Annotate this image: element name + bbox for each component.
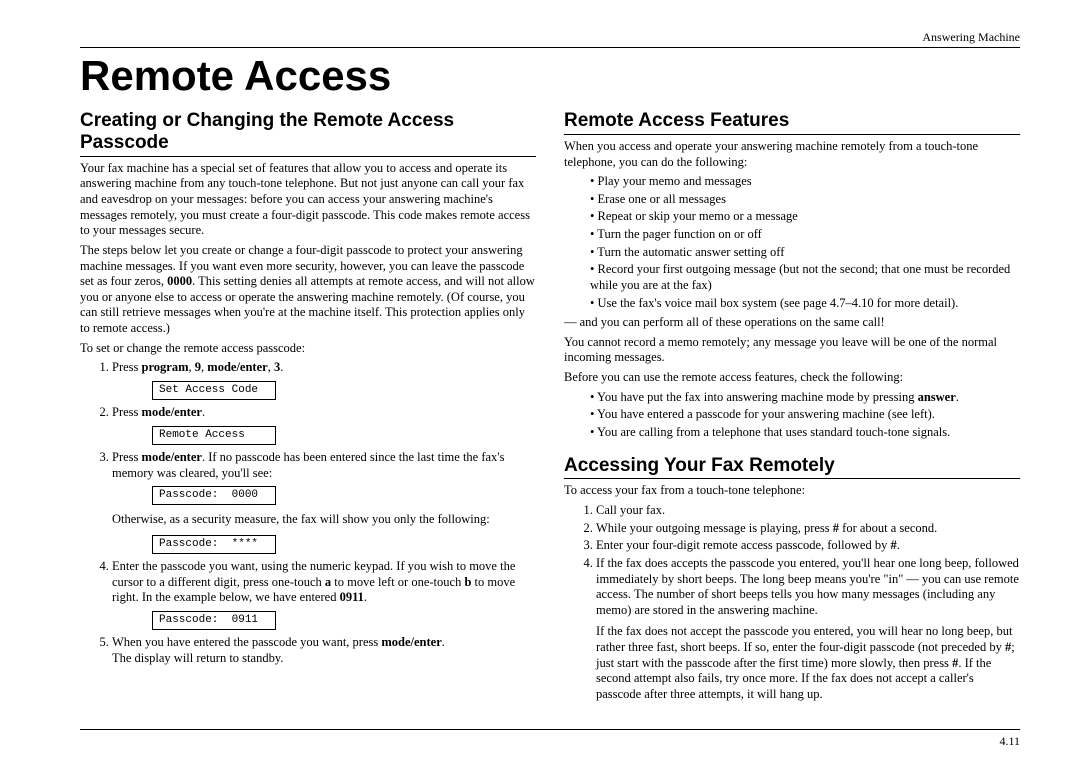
paragraph: Before you can use the remote access fea… [564,370,1020,386]
content-columns: Creating or Changing the Remote Access P… [80,108,1020,706]
lcd-display: Passcode: 0911 [152,611,276,630]
steps-list: Press program, 9, mode/enter, 3. [80,360,536,376]
access-step-2: While your outgoing message is playing, … [596,521,1020,537]
paragraph: You cannot record a memo remotely; any m… [564,335,1020,366]
list-item: Record your first outgoing message (but … [590,262,1020,293]
list-item: Use the fax's voice mail box system (see… [590,296,1020,312]
list-item: Erase one or all messages [590,192,1020,208]
running-header: Answering Machine [80,30,1020,48]
steps-list: When you have entered the passcode you w… [80,635,536,666]
document-page: Answering Machine Remote Access Creating… [0,0,1080,769]
list-item: You have entered a passcode for your ans… [590,407,1020,423]
paragraph: When you access and operate your answeri… [564,139,1020,170]
list-item: Repeat or skip your memo or a message [590,209,1020,225]
step-1: Press program, 9, mode/enter, 3. [112,360,536,376]
section-title-accessing: Accessing Your Fax Remotely [564,455,1020,480]
page-number: 4.11 [999,734,1020,748]
paragraph: — and you can perform all of these opera… [564,315,1020,331]
access-steps: Call your fax. While your outgoing messa… [564,503,1020,703]
paragraph: To set or change the remote access passc… [80,341,536,357]
right-column: Remote Access Features When you access a… [564,108,1020,706]
step-3: Press mode/enter. If no passcode has bee… [112,450,536,481]
step-note: Otherwise, as a security measure, the fa… [112,512,536,528]
list-item: Play your memo and messages [590,174,1020,190]
paragraph: To access your fax from a touch-tone tel… [564,483,1020,499]
access-step-4: If the fax does accepts the passcode you… [596,556,1020,703]
steps-list: Press mode/enter. If no passcode has bee… [80,450,536,481]
list-item: Turn the pager function on or off [590,227,1020,243]
paragraph: The steps below let you create or change… [80,243,536,337]
step-2: Press mode/enter. [112,405,536,421]
lcd-display: Passcode: **** [152,535,276,554]
step-5: When you have entered the passcode you w… [112,635,536,666]
feature-list: Play your memo and messages Erase one or… [564,174,1020,311]
list-item: You are calling from a telephone that us… [590,425,1020,441]
left-column: Creating or Changing the Remote Access P… [80,108,536,706]
list-item: Turn the automatic answer setting off [590,245,1020,261]
page-footer: 4.11 [80,729,1020,749]
list-item: You have put the fax into answering mach… [590,390,1020,406]
access-step-4-note: If the fax does not accept the passcode … [596,624,1020,702]
steps-list: Press mode/enter. [80,405,536,421]
access-step-3: Enter your four-digit remote access pass… [596,538,1020,554]
step-4: Enter the passcode you want, using the n… [112,559,536,606]
page-title: Remote Access [80,54,1020,98]
lcd-display: Passcode: 0000 [152,486,276,505]
lcd-display: Remote Access [152,426,276,445]
section-title-passcode: Creating or Changing the Remote Access P… [80,110,536,157]
checklist: You have put the fax into answering mach… [564,390,1020,441]
paragraph: Your fax machine has a special set of fe… [80,161,536,239]
steps-list: Enter the passcode you want, using the n… [80,559,536,606]
access-step-1: Call your fax. [596,503,1020,519]
section-title-features: Remote Access Features [564,110,1020,135]
lcd-display: Set Access Code [152,381,276,400]
